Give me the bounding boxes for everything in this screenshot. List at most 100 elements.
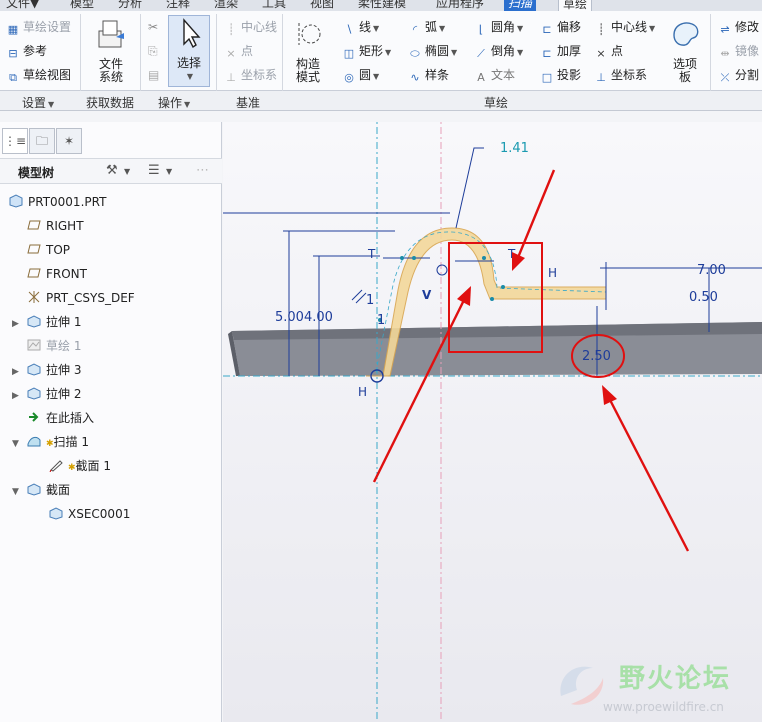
tree-item-right[interactable]: RIGHT [26,215,84,237]
constraint-vertical: V [422,288,432,302]
datum-plane-icon [27,220,41,230]
text-button[interactable]: A 文本 [474,67,515,85]
sketch-view-button[interactable]: ⧉ 草绘视图 [6,67,71,85]
menu-sweep[interactable]: 扫描 [504,0,537,11]
chamfer-button[interactable]: ⟋ 倒角 ▼ [474,43,523,61]
datum-point-button[interactable]: × 点 [224,43,253,61]
menu-sketch[interactable]: 草绘 [558,0,593,11]
tree-columns-icon[interactable]: ☰ [148,163,160,178]
offset-button[interactable]: ⊏ 偏移 [540,19,581,37]
folder-browser-tab-icon[interactable]: 🗀 [29,128,55,154]
menu-annotate[interactable]: 注释 [162,0,194,11]
tree-columns-dropdown-icon[interactable]: ▼ [166,167,172,176]
chamfer-dropdown-icon: ▼ [517,48,524,57]
constraint-tangent-1: T [367,247,376,261]
tree-item-extrude-1[interactable]: 拉伸 1 [26,311,81,333]
paste-icon[interactable]: ▤ [148,67,159,83]
tree-item-top[interactable]: TOP [26,239,70,261]
arc-dropdown-icon: ▼ [439,24,446,33]
modify-button[interactable]: ⇌ 修改 [718,19,759,37]
menu-render[interactable]: 渲染 [210,0,242,11]
line-icon: ∖ [345,23,353,36]
tree-filter-icon[interactable]: ⋯ [196,163,209,178]
menu-analysis[interactable]: 分析 [114,0,146,11]
offset-icon: ⊏ [542,23,552,36]
palette-button[interactable]: 选项 板 [664,17,706,84]
rectangle-button[interactable]: ◫ 矩形 ▼ [342,43,391,61]
tree-item-xsec0001[interactable]: XSEC0001 [48,503,130,525]
sweep-icon [27,436,41,447]
mirror-button[interactable]: ⇹ 镜像 [718,43,759,61]
ellipse-button[interactable]: ⬭ 椭圆 ▼ [408,43,457,61]
group-label-settings[interactable]: 设置 ▼ [22,94,54,111]
project-icon: □ [541,71,553,84]
tree-item-insert-here[interactable]: 在此插入 [26,407,94,429]
expand-toggle-icon[interactable]: ▶ [12,391,19,401]
arc-button[interactable]: ◜ 弧 ▼ [408,19,445,37]
dim-angle-1b[interactable]: 1 [377,313,385,328]
new-feature-star-icon: ✱ [46,439,54,449]
tree-item-extrude-2[interactable]: 拉伸 2 [26,383,81,405]
group-label-datum: 基准 [236,96,261,110]
operations-dropdown-icon: ▼ [184,100,191,109]
tree-settings-dropdown-icon[interactable]: ▼ [124,167,130,176]
references-button[interactable]: ⊟ 参考 [6,43,47,61]
settings-dropdown-icon: ▼ [48,100,55,109]
extrude-icon [27,387,41,400]
menu-model[interactable]: 模型 [66,0,98,11]
sketch-csys-button[interactable]: ⊥ 坐标系 [594,67,647,85]
menu-file[interactable]: 文件▼ [2,0,43,11]
select-button[interactable]: 选择 ▼ [168,15,210,87]
spline-button[interactable]: ∿ 样条 [408,67,449,85]
expand-toggle-icon[interactable]: ▶ [12,367,19,377]
circle-dropdown-icon: ▼ [373,72,380,81]
cut-icon[interactable]: ✂ [148,19,158,35]
sketch-view-icon: ⧉ [9,71,17,84]
tree-item-sketch-1[interactable]: 草绘 1 [26,335,81,357]
sketch-setup-button[interactable]: ▦ 草绘设置 [6,19,71,37]
sketch-tree-icon [27,339,41,351]
favorites-tab-icon[interactable]: ✶ [56,128,82,154]
tree-item-section-1[interactable]: ✱截面 1 [48,455,111,477]
fillet-button[interactable]: ⌊ 圆角 ▼ [474,19,523,37]
sketch-centerline-button[interactable]: ┊ 中心线 ▼ [594,19,655,37]
dim-0-50[interactable]: 0.50 [689,290,718,305]
graphics-canvas[interactable]: 1.41 5.004.00 7.00 0.50 2.50 1 1 T T H H… [223,122,762,722]
collapse-toggle-icon[interactable]: ▼ [12,487,19,497]
copy-icon[interactable]: ⎘ [148,43,158,59]
tree-item-csys[interactable]: PRT_CSYS_DEF [26,287,135,309]
circle-button[interactable]: ◎ 圆 ▼ [342,67,379,85]
menu-tools[interactable]: 工具 [258,0,290,11]
line-button[interactable]: ∖ 线 ▼ [342,19,379,37]
tree-item-front[interactable]: FRONT [26,263,87,285]
datum-csys-button[interactable]: ⊥ 坐标系 [224,67,277,85]
dim-1-41[interactable]: 1.41 [500,141,529,156]
dim-7-00[interactable]: 7.00 [697,263,726,278]
menu-flexible-modeling[interactable]: 柔性建模 [354,0,410,11]
tree-item-sweep-1[interactable]: ✱扫描 1 [26,431,89,453]
sketch-viewport[interactable]: 1.41 5.004.00 7.00 0.50 2.50 1 1 T T H H… [223,122,762,722]
tree-item-part[interactable]: PRT0001.PRT [8,191,106,213]
tree-item-extrude-3[interactable]: 拉伸 3 [26,359,81,381]
group-label-operations[interactable]: 操作 ▼ [158,94,190,111]
dim-5-004-00[interactable]: 5.004.00 [275,310,333,325]
menu-applications[interactable]: 应用程序 [432,0,488,11]
thicken-button[interactable]: ⊏ 加厚 [540,43,581,61]
project-button[interactable]: □ 投影 [540,67,581,85]
tree-settings-icon[interactable]: ⚒ [106,163,118,178]
datum-centerline-button[interactable]: ┊ 中心线 [224,19,277,37]
model-tree-tab-icon[interactable]: ⋮≡ [2,128,28,154]
dim-angle-1[interactable]: 1 [366,293,374,308]
sketch-point-button[interactable]: × 点 [594,43,623,61]
extrude-icon [27,315,41,328]
tree-item-sections[interactable]: 截面 [26,479,70,501]
section-sketch-icon [49,460,63,472]
collapse-toggle-icon[interactable]: ▼ [12,439,19,449]
text-icon: A [477,71,485,84]
menu-view[interactable]: 视图 [306,0,338,11]
file-system-button[interactable]: 文件 系统 [88,17,134,84]
expand-toggle-icon[interactable]: ▶ [12,319,19,329]
dim-2-50[interactable]: 2.50 [582,349,611,364]
construction-mode-button[interactable]: 构造 模式 [288,17,328,84]
divide-button[interactable]: ⤫ 分割 [718,67,759,85]
